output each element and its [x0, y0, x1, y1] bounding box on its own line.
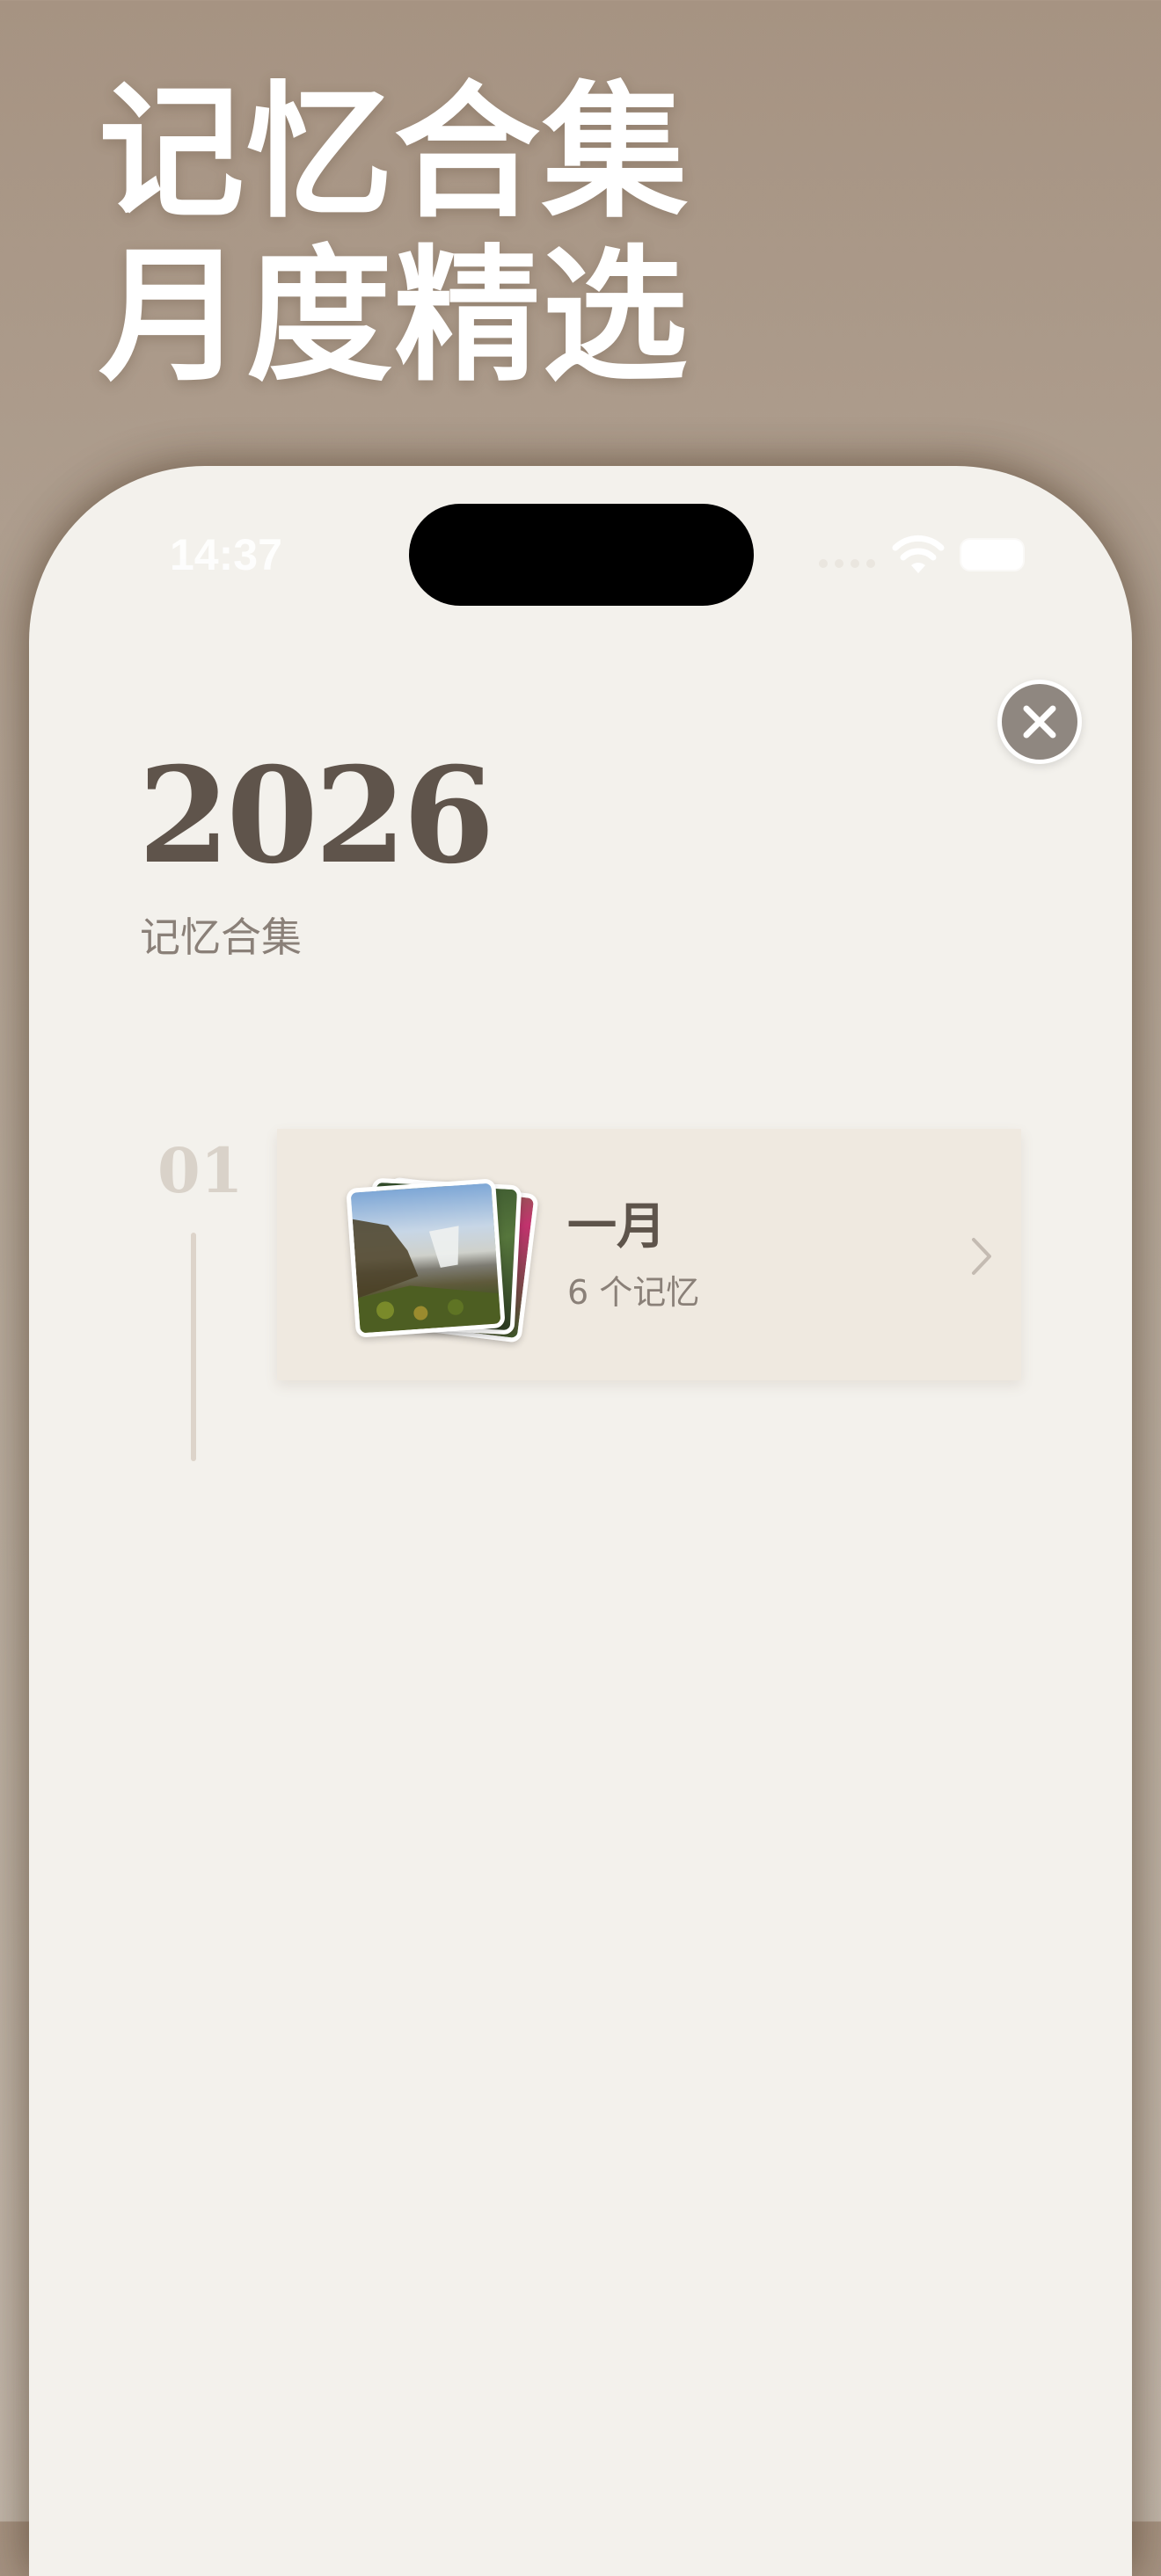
promo-headline: 记忆合集 月度精选	[99, 72, 690, 399]
photo-thumbnail-waterfall	[346, 1178, 506, 1338]
timeline-index: 01	[157, 1134, 244, 1207]
chevron-right-icon	[972, 1238, 991, 1275]
close-button[interactable]	[997, 680, 1082, 764]
status-time: 14:37	[170, 530, 282, 579]
headline-line-1: 记忆合集	[99, 69, 690, 238]
battery-icon	[961, 540, 1023, 570]
headline-line-2: 月度精选	[99, 232, 690, 402]
close-icon	[1023, 705, 1056, 739]
year-title: 2026	[138, 739, 494, 893]
month-card-january[interactable]: 一月 6 个记忆	[277, 1129, 1021, 1380]
collection-subtitle: 记忆合集	[140, 913, 302, 961]
photo-stack	[346, 1176, 539, 1343]
month-title: 一月	[567, 1198, 666, 1255]
cellular-signal-icon	[819, 559, 875, 568]
wifi-icon	[892, 535, 945, 573]
timeline-line	[191, 1233, 196, 1461]
phone-screen: 14:37 2026 记忆合集 01 一月 6 个记忆	[29, 466, 1132, 2576]
memory-count: 6 个记忆	[567, 1273, 700, 1312]
dynamic-island	[409, 504, 754, 606]
